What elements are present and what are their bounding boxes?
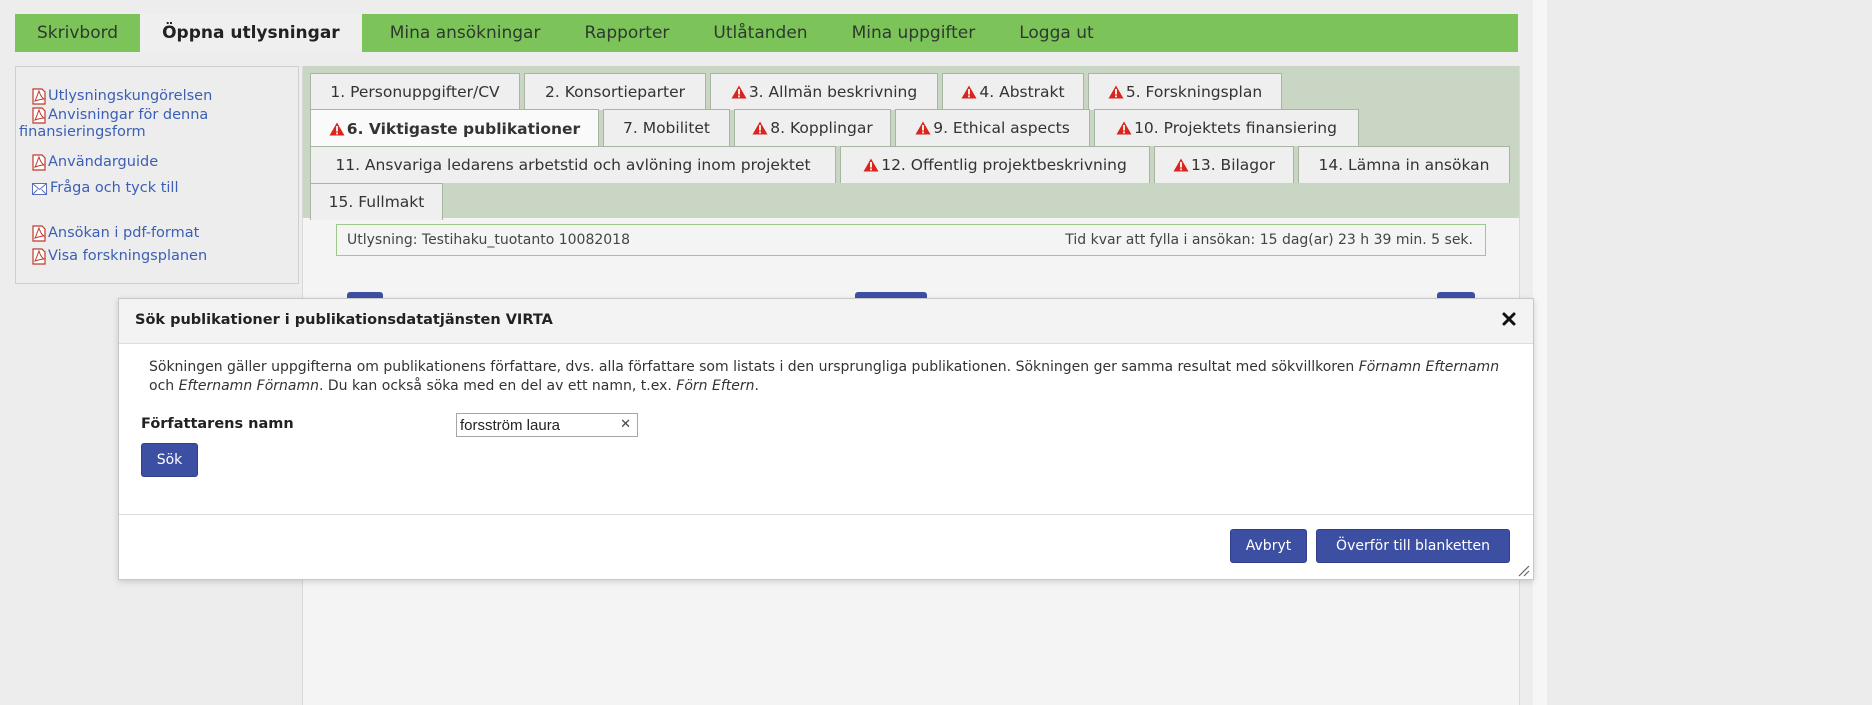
scroll-strip [1533, 0, 1547, 705]
tab-label: 5. Forskningsplan [1125, 83, 1263, 101]
top-navigation: Skrivbord Öppna utlysningar Mina ansökni… [15, 14, 1518, 52]
nav-mina-ansokningar[interactable]: Mina ansökningar [362, 14, 563, 52]
tab-7[interactable]: 7. Mobilitet [603, 109, 730, 146]
tab-label: 4. Abstrakt [979, 83, 1065, 101]
warning-icon [915, 121, 931, 135]
nav-utlatanden[interactable]: Utlåtanden [691, 14, 829, 52]
sidebar-link-anvisningar[interactable]: Anvisningar för denna finansieringsform [19, 107, 209, 141]
tab-15[interactable]: 15. Fullmakt [310, 183, 443, 220]
warning-icon [731, 85, 747, 99]
warning-icon [329, 122, 345, 135]
desc-italic: Förn Eftern [676, 378, 755, 394]
tab-5[interactable]: 5. Forskningsplan [1088, 73, 1282, 110]
nav-skrivbord[interactable]: Skrivbord [15, 14, 140, 52]
close-icon[interactable] [1500, 310, 1518, 328]
tab-label: 12. Offentlig projektbeskrivning [881, 156, 1127, 174]
resize-handle-icon[interactable] [1516, 562, 1530, 577]
tab-label: 1. Personuppgifter/CV [330, 83, 500, 101]
sidebar-link-ansokan-pdf[interactable]: Ansökan i pdf-format [32, 225, 199, 242]
warning-icon [1108, 85, 1124, 99]
pdf-icon [32, 107, 46, 124]
tab-9[interactable]: 9. Ethical aspects [895, 109, 1090, 146]
sidebar-link-label: Visa forskningsplanen [48, 248, 208, 264]
search-button[interactable]: Sök [141, 443, 198, 477]
time-left: Tid kvar att fylla i ansökan: 15 dag(ar)… [1065, 232, 1473, 248]
mail-icon [32, 183, 47, 195]
nav-rapporter[interactable]: Rapporter [562, 14, 691, 52]
tab-3[interactable]: 3. Allmän beskrivning [710, 73, 938, 110]
sidebar-link-label: Användarguide [48, 154, 159, 170]
tab-label: 10. Projektets finansiering [1134, 119, 1337, 137]
tab-bar: 1. Personuppgifter/CV 2. Konsortieparter… [303, 66, 1519, 220]
tab-8[interactable]: 8. Kopplingar [734, 109, 891, 146]
tab-13[interactable]: 13. Bilagor [1154, 146, 1294, 183]
tab-label: 6. Viktigaste publikationer [346, 119, 581, 138]
author-name-field[interactable]: ✕ [456, 413, 638, 437]
sidebar-link-label: Anvisningar för denna [48, 107, 209, 123]
author-name-label: Författarens namn [141, 416, 294, 432]
warning-icon [752, 121, 768, 135]
nav-mina-uppgifter[interactable]: Mina uppgifter [830, 14, 998, 52]
tab-label: 15. Fullmakt [328, 193, 425, 211]
dialog-divider [119, 514, 1533, 515]
sidebar-link-fraga-och-tyck-till[interactable]: Fråga och tyck till [32, 180, 179, 197]
tab-label: 13. Bilagor [1190, 156, 1276, 174]
nav-logga-ut[interactable]: Logga ut [997, 14, 1115, 52]
pdf-icon [32, 154, 46, 171]
dialog-title: Sök publikationer i publikationsdatatjän… [135, 312, 553, 328]
sidebar-link-anvandarguide[interactable]: Användarguide [32, 154, 158, 171]
sidebar-link-label: Utlysningskungörelsen [48, 88, 213, 104]
tab-label: 2. Konsortieparter [545, 83, 685, 101]
warning-icon [1116, 121, 1132, 135]
sidebar-link-label: Fråga och tyck till [50, 180, 179, 196]
tab-label: 7. Mobilitet [622, 119, 711, 137]
tab-label: 9. Ethical aspects [933, 119, 1070, 137]
tab-14[interactable]: 14. Lämna in ansökan [1298, 146, 1510, 183]
sidebar-link-label-line2: finansieringsform [19, 124, 146, 140]
dialog-description: Sökningen gäller uppgifterna om publikat… [149, 358, 1519, 396]
tab-6[interactable]: 6. Viktigaste publikationer [310, 109, 599, 147]
call-info-bar: Utlysning: Testihaku_tuotanto 10082018 T… [336, 224, 1486, 256]
tab-12[interactable]: 12. Offentlig projektbeskrivning [840, 146, 1150, 183]
cancel-button[interactable]: Avbryt [1230, 529, 1307, 563]
desc-text: Sökningen gäller uppgifterna om publikat… [149, 359, 1359, 375]
call-name: Utlysning: Testihaku_tuotanto 10082018 [347, 232, 630, 248]
tab-label: 11. Ansvariga ledarens arbetstid och avl… [335, 156, 811, 174]
warning-icon [1173, 158, 1189, 172]
virta-search-dialog: Sök publikationer i publikationsdatatjän… [118, 298, 1534, 580]
sidebar-link-label: Ansökan i pdf-format [48, 225, 200, 241]
tab-1[interactable]: 1. Personuppgifter/CV [310, 73, 520, 110]
tab-label: 14. Lämna in ansökan [1318, 156, 1490, 174]
sidebar-link-visa-forskningsplanen[interactable]: Visa forskningsplanen [32, 248, 207, 265]
transfer-button[interactable]: Överför till blanketten [1316, 529, 1510, 563]
tab-label: 8. Kopplingar [770, 119, 873, 137]
tab-10[interactable]: 10. Projektets finansiering [1094, 109, 1359, 146]
tab-11[interactable]: 11. Ansvariga ledarens arbetstid och avl… [310, 146, 836, 183]
desc-text: och [149, 378, 179, 394]
warning-icon [863, 158, 879, 172]
nav-oppna-utlysningar[interactable]: Öppna utlysningar [140, 14, 362, 52]
tab-4[interactable]: 4. Abstrakt [942, 73, 1084, 110]
author-name-input[interactable] [457, 416, 610, 434]
tab-label: 3. Allmän beskrivning [748, 83, 918, 101]
right-gutter [1533, 0, 1872, 705]
pdf-icon [32, 248, 46, 265]
desc-italic: Efternamn Förnamn [178, 378, 319, 394]
tab-2[interactable]: 2. Konsortieparter [524, 73, 706, 110]
dialog-header: Sök publikationer i publikationsdatatjän… [119, 299, 1533, 344]
sidebar-link-utlysningskungorelsen[interactable]: Utlysningskungörelsen [32, 88, 212, 105]
desc-text: . Du kan också söka med en del av ett na… [318, 378, 677, 394]
desc-text: . [754, 378, 759, 394]
sidebar: Utlysningskungörelsen Anvisningar för de… [15, 66, 299, 284]
warning-icon [961, 85, 977, 99]
pdf-icon [32, 225, 46, 242]
pdf-icon [32, 88, 46, 105]
clear-icon[interactable]: ✕ [620, 418, 631, 432]
desc-italic: Förnamn Efternamn [1358, 359, 1500, 375]
